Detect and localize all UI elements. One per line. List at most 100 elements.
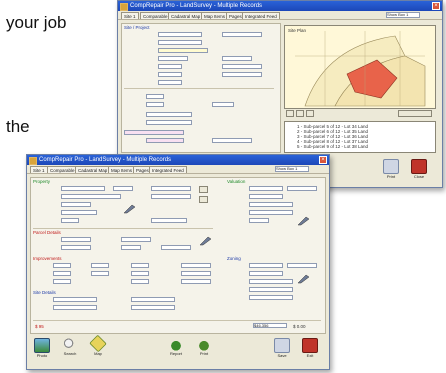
active-entry-field[interactable]: Show Box 1 [386, 12, 420, 18]
save-button[interactable]: Save [273, 338, 291, 360]
front-field[interactable] [249, 295, 293, 300]
front-field[interactable] [131, 263, 149, 268]
lookup-button[interactable] [199, 186, 208, 193]
back-window-titlebar[interactable]: CompRepair Pro - LandSurvey - Multiple R… [118, 1, 442, 11]
back-field[interactable] [158, 48, 208, 53]
back-field[interactable] [158, 72, 182, 77]
front-window-titlebar[interactable]: CompRepair Pro - LandSurvey - Multiple R… [27, 155, 329, 165]
front-field[interactable] [131, 297, 175, 302]
back-field[interactable] [146, 138, 184, 143]
map-options-button[interactable] [398, 110, 432, 117]
front-field[interactable] [91, 263, 109, 268]
front-field[interactable] [249, 279, 293, 284]
tab-comparable[interactable]: Comparable [140, 12, 171, 19]
front-field[interactable] [151, 218, 187, 223]
pen-icon[interactable] [297, 274, 311, 284]
tab-cadastral-map[interactable]: Cadastral Map [168, 12, 204, 19]
front-field[interactable] [131, 279, 149, 284]
active-entry-field[interactable]: Show Box 1 [275, 166, 309, 172]
front-field[interactable] [61, 202, 91, 207]
front-field[interactable] [249, 263, 283, 268]
back-field[interactable] [212, 102, 234, 107]
front-field[interactable] [151, 194, 191, 199]
list-item[interactable]: 5 - Sub-parcel 9 of 12 - Lot 38 Land [297, 144, 368, 149]
pen-icon[interactable] [123, 204, 137, 214]
front-field[interactable] [181, 263, 211, 268]
save-icon [274, 338, 290, 353]
close-icon[interactable]: × [319, 156, 327, 164]
back-field[interactable] [146, 120, 192, 125]
photo-button[interactable]: Photo [33, 338, 51, 360]
front-field[interactable] [61, 194, 121, 199]
tab-site[interactable]: Site 1 [121, 12, 139, 19]
front-field[interactable] [181, 271, 211, 276]
search-button[interactable]: Search [61, 338, 79, 360]
back-field[interactable] [222, 72, 262, 77]
back-field[interactable] [222, 56, 252, 61]
back-close-button[interactable]: Close [410, 159, 428, 181]
front-field[interactable] [53, 263, 71, 268]
front-field[interactable] [249, 194, 283, 199]
front-field[interactable] [121, 245, 141, 250]
map-pan-button[interactable] [296, 110, 304, 117]
front-field[interactable] [61, 186, 105, 191]
pen-icon[interactable] [199, 236, 213, 246]
tab-map-items[interactable]: Map Items [108, 166, 136, 173]
front-field[interactable] [61, 237, 91, 242]
front-window-title: CompRepair Pro - LandSurvey - Multiple R… [39, 157, 172, 163]
back-field[interactable] [146, 94, 164, 99]
site-map[interactable]: Site Plan [284, 25, 436, 109]
tab-integrated-feed[interactable]: Integrated Feed [242, 12, 280, 19]
map-zoom-button[interactable] [286, 110, 294, 117]
front-field[interactable] [249, 186, 283, 191]
front-field[interactable] [181, 279, 211, 284]
pen-icon[interactable] [297, 216, 311, 226]
front-field[interactable] [249, 218, 269, 223]
front-field[interactable] [249, 287, 293, 292]
front-field[interactable] [121, 237, 151, 242]
back-print-button[interactable]: Print [382, 159, 400, 181]
front-field[interactable] [61, 218, 79, 223]
back-field[interactable] [146, 102, 164, 107]
front-field[interactable] [113, 186, 133, 191]
back-field[interactable] [222, 32, 262, 37]
back-field[interactable] [158, 64, 182, 69]
tab-site[interactable]: Site 1 [30, 166, 48, 173]
map-button[interactable]: Map [89, 334, 107, 358]
front-field[interactable] [61, 210, 97, 215]
front-field[interactable] [53, 279, 71, 284]
front-field[interactable] [161, 245, 191, 250]
front-field[interactable] [53, 271, 71, 276]
front-field[interactable] [131, 305, 175, 310]
back-field[interactable] [158, 32, 202, 37]
front-field[interactable] [287, 186, 317, 191]
tab-integrated-feed[interactable]: Integrated Feed [149, 166, 187, 173]
records-list[interactable]: 1 - Sub-parcel 5 of 12 - Lot 34 Land 2 -… [284, 121, 436, 153]
back-field[interactable] [124, 130, 184, 135]
tab-comparable[interactable]: Comparable [47, 166, 78, 173]
front-field[interactable] [249, 202, 293, 207]
front-field[interactable] [151, 186, 191, 191]
front-field[interactable] [53, 305, 97, 310]
front-field[interactable] [249, 271, 283, 276]
back-field[interactable] [158, 56, 188, 61]
front-field[interactable] [53, 297, 97, 302]
back-field[interactable] [222, 64, 262, 69]
lookup-button[interactable] [199, 196, 208, 203]
close-icon[interactable]: × [432, 2, 440, 10]
front-field[interactable] [131, 271, 149, 276]
back-field[interactable] [212, 138, 252, 143]
exit-button[interactable]: Exit [301, 338, 319, 360]
report-button[interactable]: Report [167, 338, 185, 360]
back-field[interactable] [146, 112, 192, 117]
front-field[interactable] [91, 271, 109, 276]
front-field[interactable] [61, 245, 91, 250]
tab-map-items[interactable]: Map Items [201, 12, 229, 19]
front-field[interactable] [249, 210, 293, 215]
print-button[interactable]: Print [195, 338, 213, 360]
back-field[interactable] [158, 40, 202, 45]
back-field[interactable] [158, 80, 182, 85]
tab-cadastral-map[interactable]: Cadastral Map [75, 166, 111, 173]
map-tool-button[interactable] [306, 110, 314, 117]
front-field[interactable] [287, 263, 317, 268]
